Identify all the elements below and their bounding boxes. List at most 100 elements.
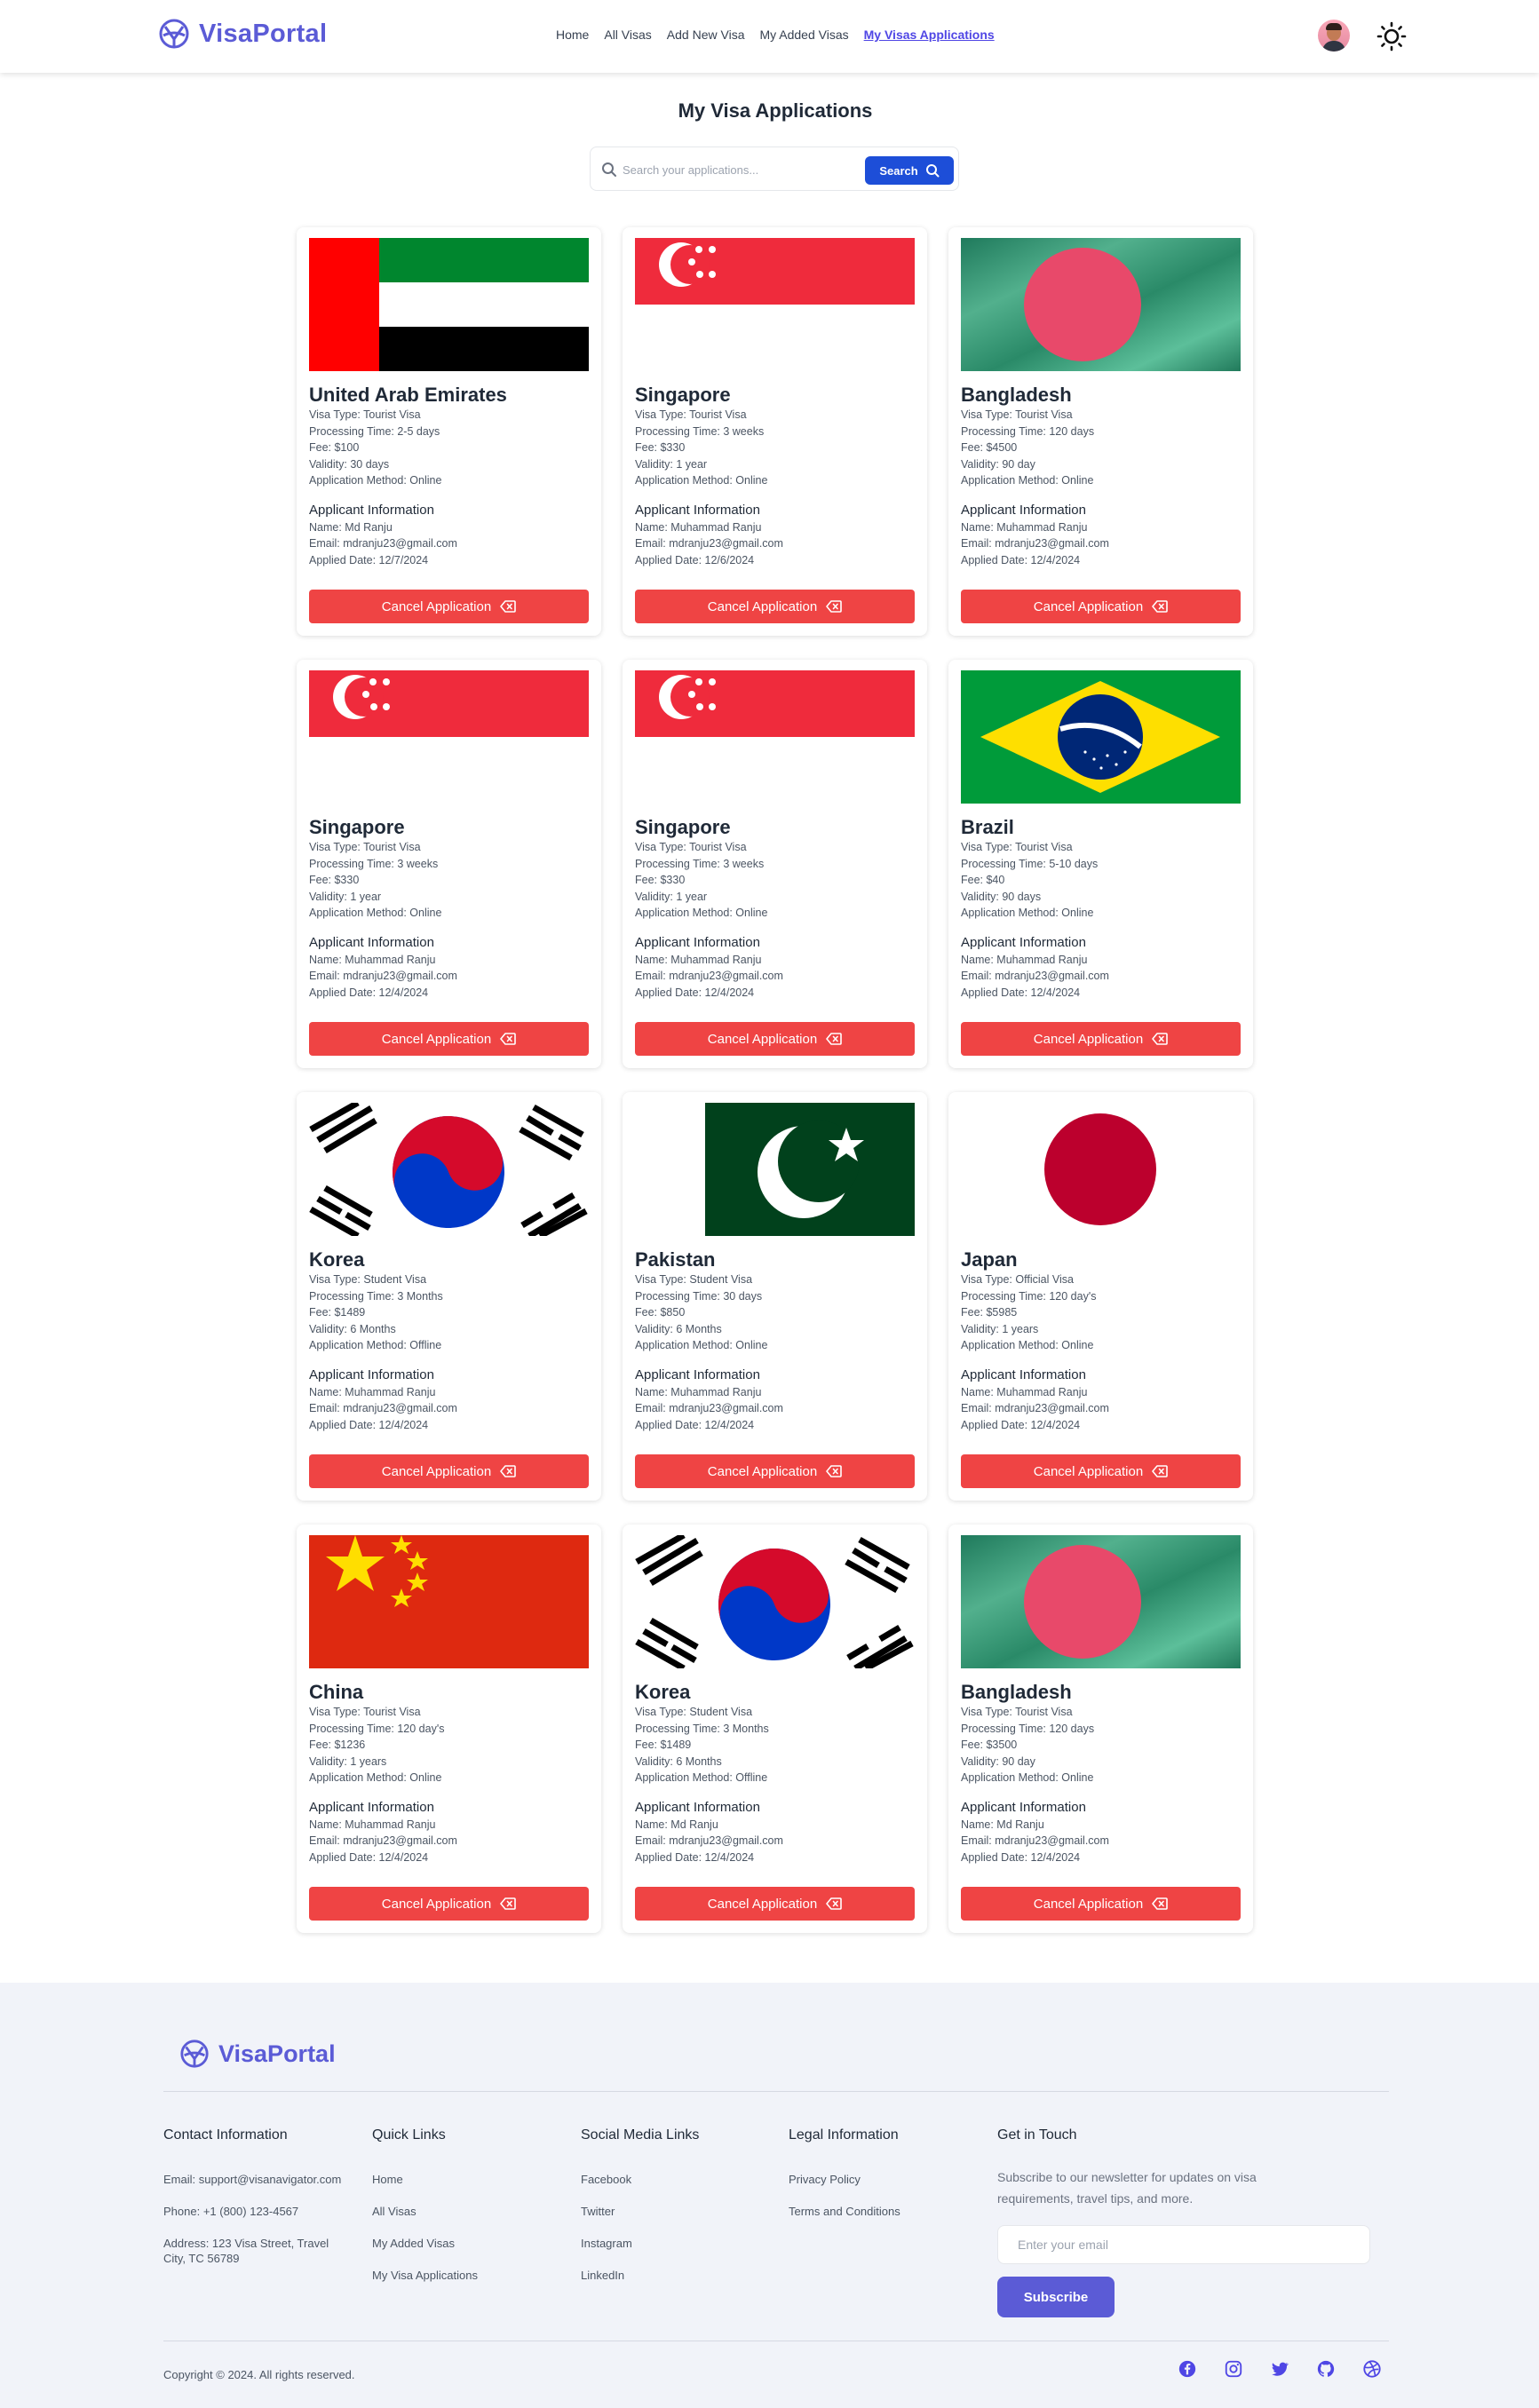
application-card: United Arab Emirates Visa Type: Tourist … <box>297 227 601 636</box>
processing-time: Processing Time: 3 Months <box>635 1722 769 1735</box>
singapore-flag-image <box>635 238 915 371</box>
contact-address: Address: 123 Visa Street, Travel City, T… <box>163 2237 329 2265</box>
visa-type: Visa Type: Student Visa <box>309 1273 427 1286</box>
search-bar: Search <box>590 147 959 191</box>
cancel-application-button[interactable]: Cancel Application <box>635 1887 915 1921</box>
application-method: Application Method: Online <box>961 1339 1094 1351</box>
visa-fee: Fee: $330 <box>309 874 360 886</box>
processing-time: Processing Time: 3 Months <box>309 1289 443 1303</box>
github-icon[interactable] <box>1316 2359 1336 2379</box>
visa-fee: Fee: $4500 <box>961 441 1018 454</box>
twitter-icon[interactable] <box>1270 2359 1289 2379</box>
cancel-application-button[interactable]: Cancel Application <box>309 1887 589 1921</box>
cancel-application-button[interactable]: Cancel Application <box>961 1454 1241 1488</box>
applicant-email: Email: mdranju23@gmail.com <box>635 970 783 982</box>
logo[interactable]: VisaPortal <box>158 18 327 50</box>
footer-link-privacy-policy[interactable]: Privacy Policy <box>789 2173 861 2186</box>
applicant-info-heading: Applicant Information <box>635 934 760 950</box>
facebook-icon[interactable] <box>1178 2359 1197 2379</box>
validity: Validity: 90 days <box>961 890 1042 903</box>
visa-fee: Fee: $100 <box>309 441 360 454</box>
cancel-application-button[interactable]: Cancel Application <box>961 1022 1241 1056</box>
footer-social: Social Media Links Facebook Twitter Inst… <box>581 2127 699 2300</box>
footer-link-instagram[interactable]: Instagram <box>581 2237 632 2250</box>
instagram-icon[interactable] <box>1224 2359 1243 2379</box>
validity: Validity: 90 day <box>961 457 1035 471</box>
cancel-application-button[interactable]: Cancel Application <box>635 1454 915 1488</box>
brazil-flag-image <box>961 670 1241 804</box>
footer-link-twitter[interactable]: Twitter <box>581 2205 615 2218</box>
footer-link-my-added-visas[interactable]: My Added Visas <box>372 2237 455 2250</box>
applied-date: Applied Date: 12/4/2024 <box>309 1850 429 1864</box>
quick-links-heading: Quick Links <box>372 2127 446 2143</box>
search-input[interactable] <box>623 158 845 181</box>
nav-all-visas[interactable]: All Visas <box>604 28 651 42</box>
footer-link-all-visas[interactable]: All Visas <box>372 2205 416 2218</box>
visa-type: Visa Type: Tourist Visa <box>309 841 421 853</box>
nav-my-visa-applications[interactable]: My Visas Applications <box>864 28 995 42</box>
validity: Validity: 1 year <box>635 457 708 471</box>
applicant-info-heading: Applicant Information <box>635 1799 760 1815</box>
footer-link-home[interactable]: Home <box>372 2173 403 2186</box>
validity: Validity: 1 years <box>961 1322 1039 1335</box>
applicant-name: Name: Muhammad Ranju <box>309 953 436 966</box>
cancel-application-button[interactable]: Cancel Application <box>309 1022 589 1056</box>
backspace-icon <box>500 1897 517 1910</box>
cancel-button-label: Cancel Application <box>381 598 492 614</box>
applicant-name: Name: Muhammad Ranju <box>635 1385 762 1398</box>
cancel-application-button[interactable]: Cancel Application <box>961 1887 1241 1921</box>
applied-date: Applied Date: 12/4/2024 <box>961 1418 1081 1431</box>
copyright: Copyright © 2024. All rights reserved. <box>163 2368 355 2381</box>
applicant-info-heading: Applicant Information <box>961 1799 1086 1815</box>
nav-my-added-visas[interactable]: My Added Visas <box>759 28 848 42</box>
avatar[interactable] <box>1318 20 1350 51</box>
footer-link-linkedin[interactable]: LinkedIn <box>581 2269 624 2282</box>
cancel-application-button[interactable]: Cancel Application <box>961 590 1241 623</box>
applicant-info-heading: Applicant Information <box>309 502 434 518</box>
newsletter-email-input[interactable] <box>997 2225 1370 2264</box>
applicant-email: Email: mdranju23@gmail.com <box>961 537 1109 550</box>
visa-type: Visa Type: Official Visa <box>961 1273 1074 1286</box>
backspace-icon <box>500 600 517 613</box>
cancel-button-label: Cancel Application <box>1033 598 1144 614</box>
application-card: Korea Visa Type: Student Visa Processing… <box>623 1525 927 1933</box>
backspace-icon <box>826 1033 843 1045</box>
cancel-application-button[interactable]: Cancel Application <box>635 1022 915 1056</box>
applicant-name: Name: Muhammad Ranju <box>961 1385 1088 1398</box>
footer-logo[interactable]: VisaPortal <box>179 2039 336 2069</box>
visa-type: Visa Type: Student Visa <box>635 1706 753 1718</box>
main-nav: Home All Visas Add New Visa My Added Vis… <box>556 28 995 42</box>
newsletter-heading: Get in Touch <box>997 2127 1077 2143</box>
applicant-info-heading: Applicant Information <box>961 934 1086 950</box>
cancel-application-button[interactable]: Cancel Application <box>309 1454 589 1488</box>
cancel-application-button[interactable]: Cancel Application <box>309 590 589 623</box>
nav-home[interactable]: Home <box>556 28 589 42</box>
application-card: Bangladesh Visa Type: Tourist Visa Proce… <box>948 227 1253 636</box>
applied-date: Applied Date: 12/4/2024 <box>309 986 429 999</box>
subscribe-button[interactable]: Subscribe <box>997 2277 1115 2317</box>
validity: Validity: 6 Months <box>309 1322 396 1335</box>
footer-link-terms[interactable]: Terms and Conditions <box>789 2205 900 2218</box>
visa-fee: Fee: $1236 <box>309 1739 366 1751</box>
search-button[interactable]: Search <box>865 156 954 185</box>
cancel-application-button[interactable]: Cancel Application <box>635 590 915 623</box>
country-name: Bangladesh <box>961 1681 1072 1703</box>
dribbble-icon[interactable] <box>1362 2359 1382 2379</box>
processing-time: Processing Time: 3 weeks <box>635 424 765 438</box>
newsletter-text: Subscribe to our newsletter for updates … <box>997 2170 1257 2206</box>
korea-flag-image <box>309 1103 589 1236</box>
page-title: My Visa Applications <box>678 99 873 122</box>
visa-fee: Fee: $3500 <box>961 1739 1018 1751</box>
application-method: Application Method: Online <box>635 907 768 919</box>
applied-date: Applied Date: 12/4/2024 <box>635 986 755 999</box>
applicant-email: Email: mdranju23@gmail.com <box>309 537 457 550</box>
footer-link-my-visa-applications[interactable]: My Visa Applications <box>372 2269 478 2282</box>
nav-add-new-visa[interactable]: Add New Visa <box>667 28 745 42</box>
backspace-icon <box>1152 1465 1169 1477</box>
footer-newsletter: Get in Touch Subscribe to our newsletter… <box>997 2127 1370 2317</box>
country-name: Korea <box>309 1248 365 1271</box>
footer-link-facebook[interactable]: Facebook <box>581 2173 631 2186</box>
contact-phone: Phone: +1 (800) 123-4567 <box>163 2205 299 2218</box>
backspace-icon <box>500 1033 517 1045</box>
sun-icon[interactable] <box>1376 21 1407 51</box>
